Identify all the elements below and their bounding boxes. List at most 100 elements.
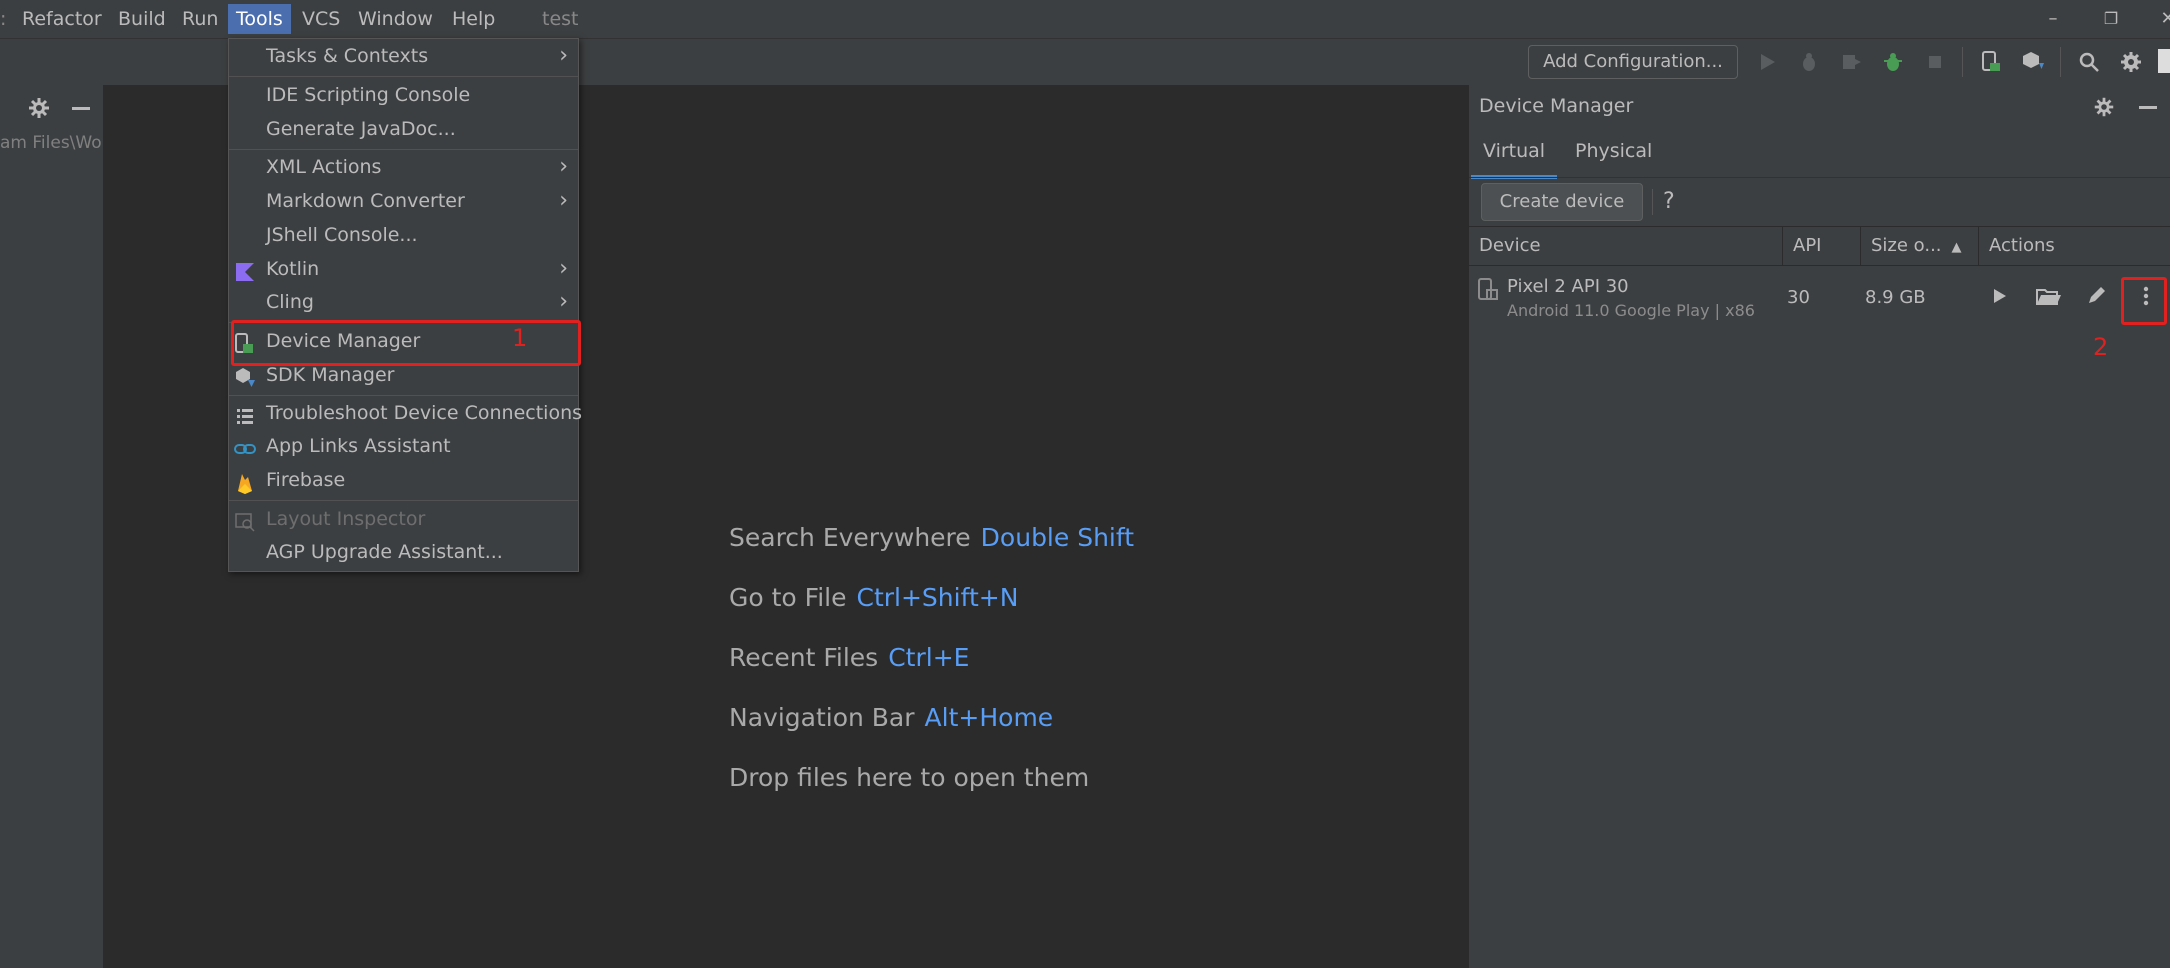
hint-shortcut: Ctrl+Shift+N [856,583,1019,612]
project-path-text: am Files\Wo [0,133,102,153]
menu-item-firebase[interactable]: Firebase [229,466,578,498]
hint-drop-files: Drop files here to open them [729,763,1089,792]
menu-item-kotlin[interactable]: Kotlin › [229,255,578,287]
menu-item-label: JShell Console... [266,224,418,246]
menu-separator [229,395,578,396]
table-row[interactable]: Pixel 2 API 30 Android 11.0 Google Play … [1469,265,2170,327]
link-icon [234,444,256,454]
submenu-arrow-icon: › [559,154,568,179]
column-size[interactable]: Size o... ▲ [1861,227,1979,265]
tab-physical[interactable]: Physical [1563,135,1664,175]
menu-item-app-links-assistant[interactable]: App Links Assistant [229,432,578,464]
tab-virtual[interactable]: Virtual [1471,135,1558,179]
hint-shortcut: Double Shift [980,523,1135,552]
menu-item-label: Tasks & Contexts [266,45,429,67]
menu-window[interactable]: Window [350,4,441,34]
menu-item-label: Cling [266,291,314,313]
edit-pencil-icon[interactable] [2081,281,2111,311]
search-icon[interactable] [2076,49,2102,75]
menu-item-label: XML Actions [266,156,382,178]
menu-build[interactable]: Build [110,4,174,34]
device-manager-toolbar-icon[interactable] [1978,49,2004,75]
layout-inspector-icon [235,513,255,532]
column-device[interactable]: Device [1469,227,1783,265]
hint-go-to-file: Go to File Ctrl+Shift+N [729,583,1018,612]
hint-label: Drop files here to open them [729,763,1090,792]
menu-item-tasks-contexts[interactable]: Tasks & Contexts › [229,42,578,74]
kotlin-icon [236,263,254,281]
dm-minimize-icon[interactable] [2139,106,2157,109]
attach-debugger-icon[interactable] [1880,49,1906,75]
column-api[interactable]: API [1783,227,1861,265]
panel-settings-gear-icon[interactable] [26,95,52,121]
restore-icon[interactable]: ❐ [2091,4,2131,34]
device-manager-title: Device Manager [1479,95,1634,117]
device-subtitle: Android 11.0 Google Play | x86 [1507,301,1755,320]
sort-ascending-icon: ▲ [1951,240,1962,255]
device-size: 8.9 GB [1865,287,1926,308]
hint-shortcut: Ctrl+E [888,643,970,672]
annotation-label-2: 2 [2093,333,2109,361]
column-size-label: Size o... [1871,235,1942,256]
submenu-arrow-icon: › [559,289,568,314]
annotation-box-device-manager [231,320,581,366]
menu-item-troubleshoot-device-connections[interactable]: Troubleshoot Device Connections [229,399,582,431]
firebase-icon [238,474,252,494]
help-icon[interactable]: ? [1663,189,1675,214]
launch-play-icon[interactable] [1984,281,2014,311]
menu-item-label: Kotlin [266,258,320,280]
menu-refactor[interactable]: Refactor [14,4,110,34]
menu-help[interactable]: Help [444,4,503,34]
list-icon [237,409,253,424]
profile-icon[interactable] [1838,49,1864,75]
menu-item-agp-upgrade-assistant[interactable]: AGP Upgrade Assistant... [229,538,578,570]
menu-item-generate-javadoc[interactable]: Generate JavaDoc... [229,115,578,147]
settings-gear-icon[interactable] [2118,49,2144,75]
menu-item-label: Generate JavaDoc... [266,118,456,140]
menu-tools[interactable]: Tools [228,4,291,34]
open-folder-icon[interactable] [2033,281,2063,311]
panel-minimize-icon[interactable] [72,107,90,110]
menu-item-label: SDK Manager [266,364,395,386]
menu-item-label: Troubleshoot Device Connections [266,402,583,424]
sdk-manager-toolbar-icon[interactable] [2020,49,2046,75]
menu-separator [229,149,578,150]
column-actions: Actions [1989,235,2055,256]
menu-vcs[interactable]: VCS [294,4,348,34]
virtual-device-icon [1478,278,1498,300]
menu-item-jshell-console[interactable]: JShell Console... [229,221,578,253]
tab-divider [1469,177,2170,178]
toolbar-overflow-edge [2158,49,2170,73]
menu-item-label: Firebase [266,469,346,491]
menu-item-ide-scripting-console[interactable]: IDE Scripting Console [229,81,578,113]
run-icon[interactable] [1754,49,1780,75]
menu-item-label: Layout Inspector [266,508,426,530]
menu-item-cling[interactable]: Cling › [229,288,578,320]
add-configuration-button[interactable]: Add Configuration... [1528,45,1738,79]
project-panel: am Files\Wo [0,85,103,968]
device-table-header: Device API Size o... ▲ Actions [1469,226,2170,266]
annotation-label-1: 1 [512,324,528,352]
menu-item-xml-actions[interactable]: XML Actions › [229,153,578,185]
stop-icon[interactable] [1922,49,1948,75]
menu-item-markdown-converter[interactable]: Markdown Converter › [229,187,578,219]
menu-separator [229,500,578,501]
close-icon[interactable]: ✕ [2148,4,2170,34]
dm-settings-gear-icon[interactable] [2092,95,2116,119]
device-name: Pixel 2 API 30 [1507,276,1629,297]
submenu-arrow-icon: › [559,43,568,68]
submenu-arrow-icon: › [559,256,568,281]
menu-item-label: AGP Upgrade Assistant... [266,541,503,563]
tools-menu: Tasks & Contexts › IDE Scripting Console … [228,38,582,572]
debug-icon[interactable] [1796,49,1822,75]
menu-bar: : Refactor Build Run Tools VCS Window He… [0,0,2170,38]
minimize-icon[interactable]: – [2033,4,2073,34]
menu-item-label: Markdown Converter [266,190,465,212]
menu-run[interactable]: Run [174,4,226,34]
toolbar-divider [1962,47,1963,77]
menu-separator [229,76,578,77]
sdk-manager-icon [236,368,255,387]
create-device-button[interactable]: Create device [1481,183,1643,221]
device-manager-panel: Device Manager Virtual Physical Create d… [1468,85,2170,968]
hint-navigation-bar: Navigation Bar Alt+Home [729,703,1053,732]
